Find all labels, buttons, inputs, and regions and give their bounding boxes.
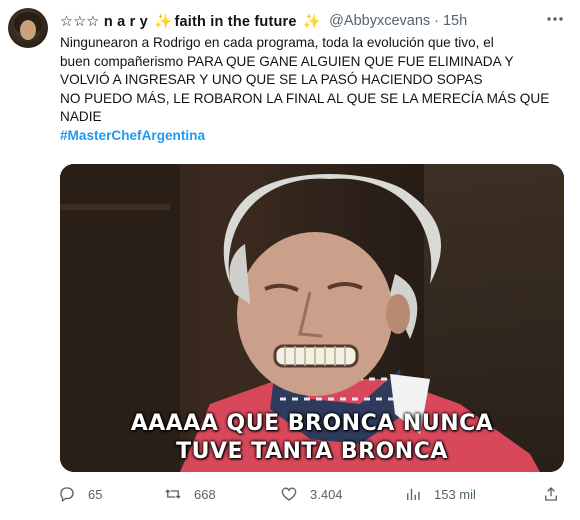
- retweet-button[interactable]: 668: [164, 485, 216, 503]
- views-count: 153 mil: [434, 486, 476, 502]
- tweet-text-line: NADIE: [60, 109, 102, 124]
- share-button[interactable]: [542, 485, 572, 503]
- tweet-text: Ningunearon a Rodrigo en cada programa, …: [60, 34, 568, 145]
- reply-button[interactable]: 65: [58, 485, 102, 503]
- display-name[interactable]: ☆☆☆ n a r y ✨ faith in the future ✨: [60, 13, 323, 30]
- tweet-text-line: NO PUEDO MÁS, LE ROBARON LA FINAL AL QUE…: [60, 90, 550, 106]
- retweet-count: 668: [194, 486, 216, 502]
- reply-icon: [60, 487, 74, 503]
- reply-count: 65: [88, 486, 103, 502]
- tweet-text-line: buen compañerismo PARA QUE GANE ALGUIEN …: [60, 53, 514, 69]
- like-count: 3.404: [310, 486, 343, 502]
- meme-caption: AAAAA QUE BRONCA NUNCA TUVE TANTA BRONCA: [130, 411, 494, 464]
- action-bar: 65 668 3.404 153 mil: [58, 482, 568, 506]
- sparkles-emoji: ✨: [154, 13, 173, 30]
- tweet-text-line: VOLVIÓ A INGRESAR Y UNO QUE SE LA PASÓ H…: [60, 72, 483, 87]
- more-icon[interactable]: [546, 10, 564, 33]
- views-icon: [407, 488, 420, 500]
- separator-dot: ·: [434, 13, 439, 29]
- user-handle[interactable]: @Abbyxcevans: [329, 13, 430, 29]
- tweet-media-image[interactable]: AAAAA QUE BRONCA NUNCA TUVE TANTA BRONCA: [60, 164, 564, 472]
- tweet[interactable]: ☆☆☆ n a r y ✨ faith in the future ✨ @Abby…: [0, 0, 580, 520]
- views-button[interactable]: 153 mil: [404, 485, 476, 503]
- tweet-text-line: Ningunearon a Rodrigo en cada programa, …: [60, 35, 494, 50]
- avatar[interactable]: [8, 8, 48, 48]
- tweet-header: ☆☆☆ n a r y ✨ faith in the future ✨ @Abby…: [60, 11, 540, 31]
- hashtag-link[interactable]: #MasterChefArgentina: [60, 128, 205, 143]
- retweet-icon: [165, 489, 181, 499]
- share-icon: [545, 487, 557, 501]
- heart-icon: [281, 487, 297, 501]
- like-button[interactable]: 3.404: [280, 485, 343, 503]
- timestamp[interactable]: 15h: [443, 13, 467, 29]
- sparkles-emoji: ✨: [302, 13, 322, 30]
